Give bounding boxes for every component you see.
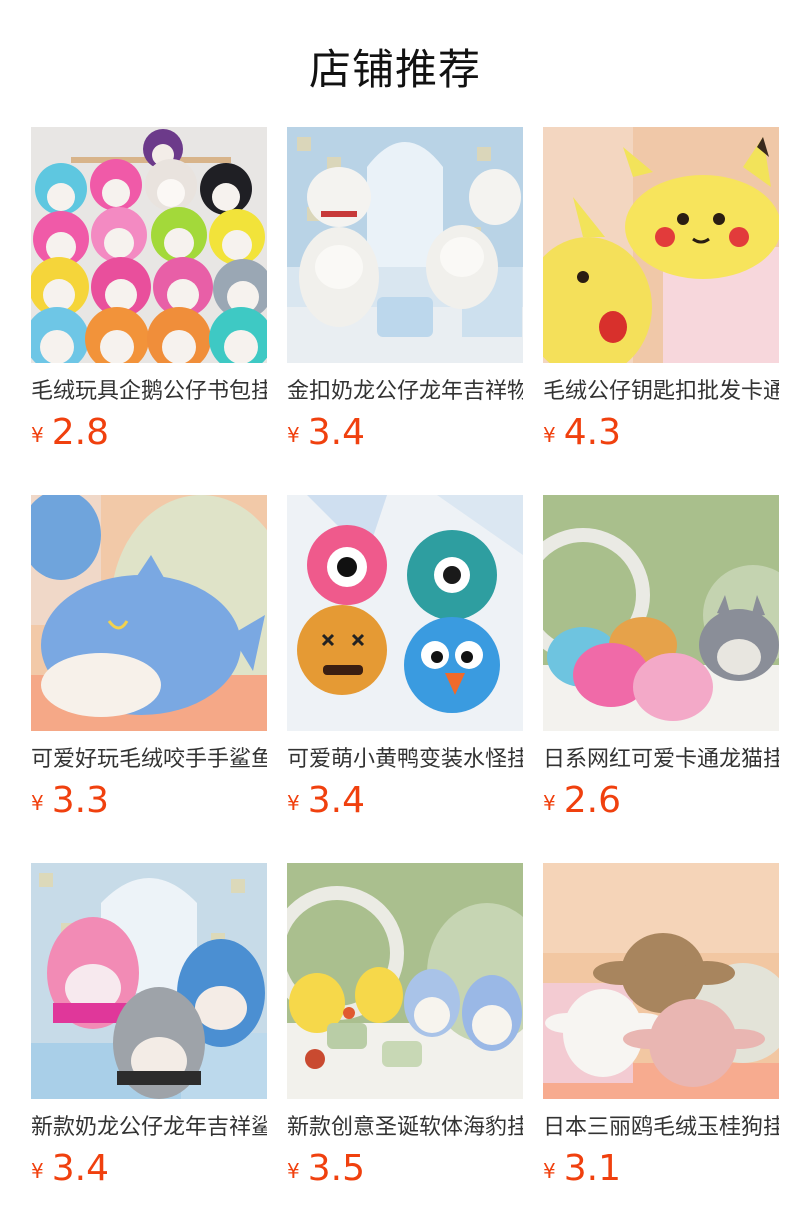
product-title[interactable]: 可爱萌小黄鸭变装水怪挂件	[287, 745, 523, 775]
yellow-pikachu-plush-image	[543, 127, 779, 363]
product-image[interactable]	[543, 127, 779, 363]
product-card[interactable]: 可爱萌小黄鸭变装水怪挂件 ¥3.4	[287, 495, 523, 821]
product-card[interactable]: 毛绒玩具企鹅公仔书包挂件 ¥2.8	[31, 127, 267, 453]
product-image[interactable]	[31, 495, 267, 731]
product-title[interactable]: 可爱好玩毛绒咬手手鲨鱼	[31, 745, 267, 775]
blue-shark-plush-image	[31, 495, 267, 731]
currency-symbol: ¥	[543, 1159, 556, 1183]
price-value: 4.3	[563, 412, 621, 453]
product-title[interactable]: 毛绒玩具企鹅公仔书包挂件	[31, 377, 267, 407]
price-value: 3.4	[307, 412, 365, 453]
product-title[interactable]: 日本三丽鸥毛绒玉桂狗挂件	[543, 1113, 779, 1143]
product-price: ¥4.3	[543, 413, 779, 453]
currency-symbol: ¥	[31, 791, 44, 815]
product-card[interactable]: 新款奶龙公仔龙年吉祥鲨鱼 ¥3.4	[31, 863, 267, 1189]
product-price: ¥3.4	[287, 413, 523, 453]
product-price: ¥2.6	[543, 781, 779, 821]
product-title[interactable]: 日系网红可爱卡通龙猫挂件	[543, 745, 779, 775]
product-price: ¥3.1	[543, 1149, 779, 1189]
product-price: ¥2.8	[31, 413, 267, 453]
product-image[interactable]	[543, 863, 779, 1099]
section-title: 店铺推荐	[308, 45, 481, 94]
price-value: 3.1	[563, 1148, 621, 1189]
price-value: 3.5	[307, 1148, 365, 1189]
price-value: 3.4	[51, 1148, 109, 1189]
price-value: 3.3	[51, 780, 109, 821]
price-value: 3.4	[307, 780, 365, 821]
penguin-plush-image	[31, 127, 267, 363]
product-image[interactable]	[543, 495, 779, 731]
product-card[interactable]: 新款创意圣诞软体海豹挂件 ¥3.5	[287, 863, 523, 1189]
product-price: ¥3.5	[287, 1149, 523, 1189]
product-image[interactable]	[287, 127, 523, 363]
price-value: 2.6	[563, 780, 621, 821]
product-title[interactable]: 金扣奶龙公仔龙年吉祥物	[287, 377, 523, 407]
chick-penguin-plush-image	[287, 863, 523, 1099]
product-title[interactable]: 新款奶龙公仔龙年吉祥鲨鱼	[31, 1113, 267, 1143]
currency-symbol: ¥	[31, 423, 44, 447]
product-card[interactable]: 日本三丽鸥毛绒玉桂狗挂件 ¥3.1	[543, 863, 779, 1189]
product-price: ¥3.4	[31, 1149, 267, 1189]
product-image[interactable]	[31, 127, 267, 363]
cinnamoroll-plush-image	[543, 863, 779, 1099]
product-card[interactable]: 可爱好玩毛绒咬手手鲨鱼 ¥3.3	[31, 495, 267, 821]
product-card[interactable]: 毛绒公仔钥匙扣批发卡通 ¥4.3	[543, 127, 779, 453]
currency-symbol: ¥	[31, 1159, 44, 1183]
product-image[interactable]	[287, 495, 523, 731]
product-price: ¥3.4	[287, 781, 523, 821]
product-image[interactable]	[287, 863, 523, 1099]
currency-symbol: ¥	[543, 791, 556, 815]
totoro-plush-image	[543, 495, 779, 731]
product-price: ¥3.3	[31, 781, 267, 821]
product-card[interactable]: 日系网红可爱卡通龙猫挂件 ¥2.6	[543, 495, 779, 821]
currency-symbol: ¥	[287, 1159, 300, 1183]
monster-plush-image	[287, 495, 523, 731]
white-sheep-plush-image	[287, 127, 523, 363]
product-title[interactable]: 毛绒公仔钥匙扣批发卡通	[543, 377, 779, 407]
shark-trio-plush-image	[31, 863, 267, 1099]
product-card[interactable]: 金扣奶龙公仔龙年吉祥物 ¥3.4	[287, 127, 523, 453]
currency-symbol: ¥	[543, 423, 556, 447]
currency-symbol: ¥	[287, 791, 300, 815]
product-title[interactable]: 新款创意圣诞软体海豹挂件	[287, 1113, 523, 1143]
price-value: 2.8	[51, 412, 109, 453]
product-image[interactable]	[31, 863, 267, 1099]
currency-symbol: ¥	[287, 423, 300, 447]
